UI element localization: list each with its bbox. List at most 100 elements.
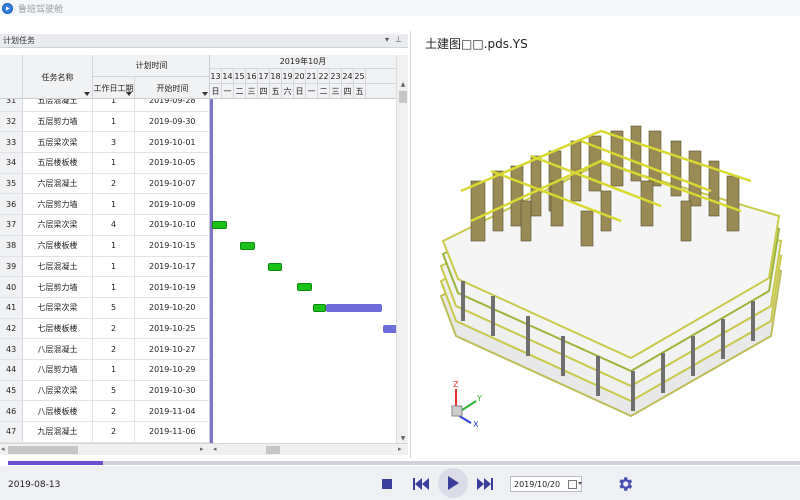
gantt-task-bar[interactable] — [312, 304, 327, 312]
task-name-cell: 五层楼板楼 — [23, 153, 93, 173]
task-name-cell: 六层混凝土 — [23, 173, 93, 194]
building-model-render[interactable] — [431, 121, 791, 421]
gantt-day-cell: 19 — [282, 69, 294, 83]
table-row[interactable]: 45 八层梁次梁 5 2019-10-30 — [0, 380, 209, 402]
model-viewer[interactable]: 土建图□□.pds.YS Z Y X — [410, 31, 800, 458]
skip-back-button[interactable] — [412, 476, 430, 492]
row-number: 35 — [0, 173, 23, 194]
date-picker-value: 2019/10/20 — [514, 479, 561, 489]
duration-cell: 2 — [93, 318, 135, 339]
gantt-weekday-cell: 六 — [282, 84, 294, 98]
gantt-scroll-right-icon[interactable]: ▸ — [398, 445, 402, 453]
gantt-month-label: 2019年10月 — [210, 55, 396, 69]
gantt-day-cell: 18 — [270, 69, 282, 83]
gantt-scroll-left-icon[interactable]: ◂ — [213, 445, 217, 453]
date-picker-input[interactable]: 2019/10/20 — [510, 476, 582, 492]
skip-forward-button[interactable] — [476, 476, 494, 492]
row-number: 39 — [0, 256, 23, 277]
gantt-day-cell: 20 — [294, 69, 306, 83]
start-date-cell: 2019-10-29 — [149, 365, 196, 375]
gantt-day-cell: 13 — [210, 69, 222, 83]
table-row[interactable]: 46 八层楼板楼 2 2019-11-04 — [0, 401, 209, 422]
table-row[interactable]: 41 七层梁次梁 5 2019-10-20 — [0, 297, 209, 319]
scroll-up-icon[interactable]: ▲ — [397, 79, 409, 89]
duration-cell: 3 — [93, 132, 135, 153]
gantt-weekday-cell: 三 — [330, 84, 342, 98]
table-row[interactable]: 38 六层楼板楼 1 2019-10-15 — [0, 235, 209, 257]
gantt-weekday-cell: 四 — [258, 84, 270, 98]
row-number: 33 — [0, 132, 23, 153]
start-date-cell: 2019-10-20 — [149, 303, 196, 313]
sort-arrow-icon[interactable] — [84, 92, 90, 96]
app-title: 鲁班驾驶舱 — [18, 4, 64, 15]
settings-button[interactable] — [616, 475, 634, 493]
duration-cell: 2 — [93, 173, 135, 194]
duration-cell: 1 — [93, 235, 135, 256]
table-row[interactable]: 33 五层梁次梁 3 2019-10-01 — [0, 132, 209, 154]
task-name-cell: 七层剪力墙 — [23, 277, 93, 297]
duration-cell: 1 — [93, 111, 135, 132]
vertical-scroll-thumb[interactable] — [399, 91, 407, 103]
start-date-cell: 2019-10-15 — [149, 241, 196, 251]
table-row[interactable]: 40 七层剪力墙 1 2019-10-19 — [0, 277, 209, 298]
start-date-cell: 2019-10-09 — [149, 199, 196, 209]
play-button[interactable] — [438, 468, 468, 498]
row-number: 46 — [0, 401, 23, 421]
stop-button[interactable] — [382, 479, 392, 489]
timeline-progress-track[interactable] — [8, 461, 800, 465]
gantt-task-bar[interactable] — [383, 324, 396, 333]
task-name-header[interactable]: 任务名称 — [23, 55, 93, 99]
table-row[interactable]: 39 七层混凝土 1 2019-10-17 — [0, 256, 209, 278]
start-date-cell: 2019-09-30 — [149, 117, 196, 127]
start-date-cell: 2019-10-30 — [149, 385, 196, 395]
vertical-scrollbar[interactable]: ▲ ▼ — [396, 55, 408, 443]
start-date-cell: 2019-10-27 — [149, 344, 196, 354]
table-row[interactable]: 47 九层混凝土 2 2019-11-06 — [0, 422, 209, 443]
horizontal-scrollbar[interactable]: ◂ ▸ ◂ ▸ — [0, 443, 408, 455]
duration-cell: 2 — [93, 339, 135, 359]
play-icon — [448, 476, 459, 490]
row-number: 34 — [0, 153, 23, 173]
gantt-task-bar[interactable] — [212, 221, 227, 230]
gantt-weekday-cell: 二 — [318, 84, 330, 98]
calendar-icon[interactable] — [568, 480, 577, 489]
gantt-task-bar[interactable] — [326, 304, 383, 312]
gantt-task-bar[interactable] — [297, 283, 312, 292]
row-number: 45 — [0, 380, 23, 401]
start-date-cell: 2019-10-17 — [149, 261, 196, 271]
task-name-cell: 九层混凝土 — [23, 422, 93, 442]
table-row[interactable]: 44 八层剪力墙 1 2019-10-29 — [0, 359, 209, 381]
skip-forward-icon — [477, 478, 493, 490]
start-time-header[interactable]: 开始时间 — [135, 77, 209, 99]
table-row[interactable]: 43 八层混凝土 2 2019-10-27 — [0, 339, 209, 360]
table-row[interactable]: 36 六层剪力墙 1 2019-10-09 — [0, 194, 209, 216]
timeline-progress-fill — [8, 461, 104, 465]
task-name-cell: 七层楼板楼 — [23, 318, 93, 339]
chevron-down-icon[interactable] — [578, 482, 582, 485]
duration-cell: 1 — [93, 194, 135, 215]
gear-icon — [619, 477, 633, 491]
row-number: 40 — [0, 277, 23, 297]
duration-header[interactable]: 工作日工期 — [93, 77, 135, 99]
table-row[interactable]: 32 五层剪力墙 1 2019-09-30 — [0, 111, 209, 133]
gantt-body — [210, 99, 396, 443]
sort-arrow-icon[interactable] — [202, 92, 208, 96]
table-row[interactable]: 42 七层楼板楼 2 2019-10-25 — [0, 318, 209, 340]
scroll-down-icon[interactable]: ▼ — [397, 433, 409, 443]
duration-cell: 1 — [93, 153, 135, 173]
table-row[interactable]: 34 五层楼板楼 1 2019-10-05 — [0, 153, 209, 174]
start-date-cell: 2019-11-04 — [149, 406, 196, 416]
row-number: 43 — [0, 339, 23, 359]
gantt-scroll-thumb[interactable] — [266, 446, 280, 454]
gantt-task-bar[interactable] — [267, 262, 283, 271]
gantt-task-bar[interactable] — [239, 241, 255, 250]
panel-dropdown-icon[interactable]: ▾ — [385, 35, 389, 44]
task-name-cell: 六层楼板楼 — [23, 235, 93, 256]
scroll-right-icon[interactable]: ▸ — [200, 445, 204, 453]
scroll-left-icon[interactable]: ◂ — [1, 445, 5, 453]
table-row[interactable]: 35 六层混凝土 2 2019-10-07 — [0, 173, 209, 195]
grid-scroll-thumb[interactable] — [8, 446, 78, 454]
sort-arrow-icon[interactable] — [126, 92, 132, 96]
table-row[interactable]: 37 六层梁次梁 4 2019-10-10 — [0, 215, 209, 236]
panel-pin-icon[interactable]: ⊥ — [395, 35, 402, 44]
